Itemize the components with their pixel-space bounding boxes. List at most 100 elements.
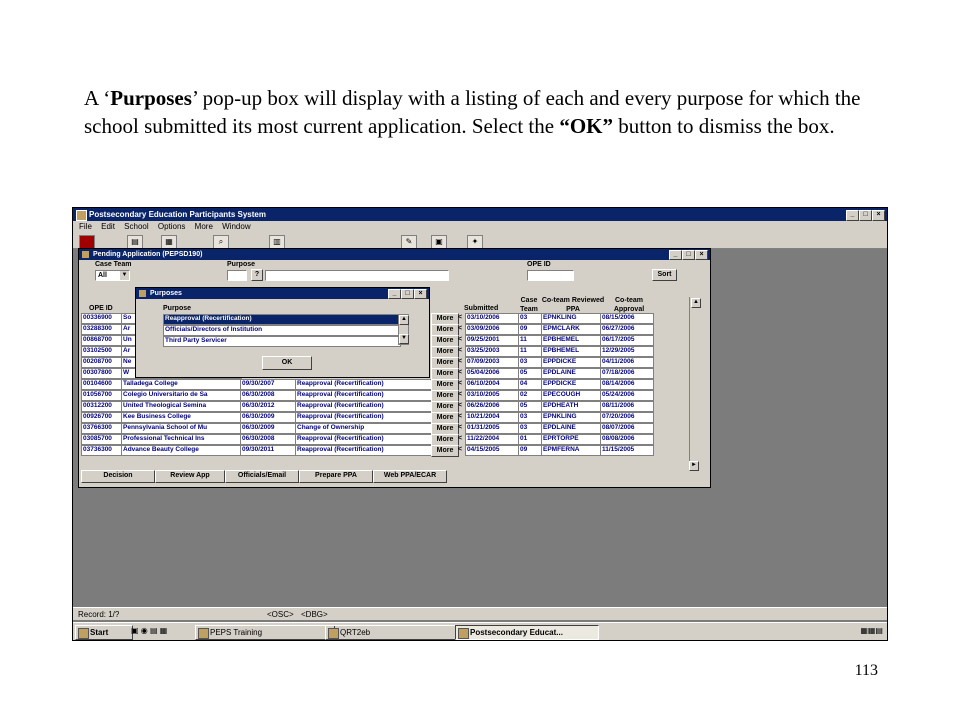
ok-button[interactable]: OK xyxy=(262,356,312,370)
scroll-right-icon[interactable]: ► xyxy=(689,461,699,471)
scroll-down-icon[interactable]: ▼ xyxy=(399,334,409,344)
reviewer-cell: EPDLAINE xyxy=(541,368,602,379)
report-icon[interactable]: ▦ xyxy=(161,235,177,249)
lookup-icon[interactable]: ? xyxy=(251,269,263,281)
maximize-icon[interactable]: □ xyxy=(859,210,872,221)
submitted-cell: 06/26/2006 xyxy=(465,401,520,412)
submitted-cell: 03/10/2005 xyxy=(465,390,520,401)
submitted-cell: 03/09/2006 xyxy=(465,324,520,335)
web-ppa-ecar-button[interactable]: Web PPA/ECAR xyxy=(373,470,447,483)
exit-icon[interactable] xyxy=(79,235,95,249)
task-postsecondary[interactable]: Postsecondary Educat... xyxy=(455,625,599,640)
ope-id-input[interactable] xyxy=(527,270,574,281)
grid-vertical-scrollbar[interactable]: ▲ xyxy=(689,297,701,461)
row-pointer-icon: < xyxy=(458,424,463,431)
case-team-cell: 03 xyxy=(518,412,543,423)
app-window: Postsecondary Education Participants Sys… xyxy=(72,207,888,641)
approval-cell: 04/11/2006 xyxy=(600,357,654,368)
case-team-cell: 03 xyxy=(518,423,543,434)
row-pointer-icon: < xyxy=(458,325,463,332)
menu-file[interactable]: File xyxy=(79,222,92,231)
task-peps-training[interactable]: PEPS Training xyxy=(195,625,335,640)
tools-icon[interactable]: ✦ xyxy=(467,235,483,249)
menu-more[interactable]: More xyxy=(195,222,213,231)
minimize-icon[interactable]: _ xyxy=(846,210,859,221)
search-icon[interactable]: ⌕ xyxy=(213,235,229,249)
menu-school[interactable]: School xyxy=(124,222,148,231)
table-row[interactable]: 00104600 Talladega College 09/30/2007 Reapp… xyxy=(79,379,687,391)
table-row[interactable]: 03085700 Professional Technical Ins 06/30/… xyxy=(79,434,687,446)
approval-cell: 12/29/2005 xyxy=(600,346,654,357)
ope-id-cell: 00868700 xyxy=(81,335,124,346)
purpose-item[interactable]: Third Party Servicer xyxy=(163,336,401,347)
minimize-icon[interactable]: _ xyxy=(388,289,401,299)
edit-icon[interactable]: ✎ xyxy=(401,235,417,249)
purpose-item[interactable]: Reapproval (Recertification) xyxy=(163,314,401,325)
menu-edit[interactable]: Edit xyxy=(101,222,115,231)
approval-cell: 06/17/2005 xyxy=(600,335,654,346)
sort-button[interactable]: Sort xyxy=(652,269,677,281)
reviewer-cell: EPECOUGH xyxy=(541,390,602,401)
menu-window[interactable]: Window xyxy=(222,222,250,231)
col-case-team: Case Team xyxy=(520,297,538,313)
quick-launch-icons[interactable]: ▣ ◉ ▤ ▦ xyxy=(131,626,167,635)
row-pointer-icon: < xyxy=(458,391,463,398)
pending-application-window: Pending Application (PEPSD190) _ □ × Cas… xyxy=(78,248,711,488)
case-team-cell: 01 xyxy=(518,434,543,445)
calculator-icon[interactable]: ▥ xyxy=(269,235,285,249)
form-icon[interactable]: ▣ xyxy=(431,235,447,249)
case-team-cell: 02 xyxy=(518,390,543,401)
dbg-indicator: <DBG> xyxy=(301,610,328,619)
purposes-scrollbar[interactable]: ▲ ▼ xyxy=(398,314,409,345)
case-team-select[interactable]: All ▼ xyxy=(95,270,130,281)
case-team-cell: 03 xyxy=(518,313,543,324)
start-button[interactable]: Start xyxy=(75,625,133,640)
ope-id-label: OPE ID xyxy=(527,261,551,268)
expiration-date-cell: 06/30/2008 xyxy=(240,434,297,445)
row-pointer-icon: < xyxy=(458,369,463,376)
table-row[interactable]: 03766300 Pennsylvania School of Mu 06/30/2… xyxy=(79,423,687,435)
case-team-cell: 03 xyxy=(518,357,543,368)
purpose-item[interactable]: Officials/Directors of Institution xyxy=(163,325,401,336)
prepare-ppa-button[interactable]: Prepare PPA xyxy=(299,470,373,483)
approval-cell: 08/11/2006 xyxy=(600,401,654,412)
case-team-cell: 09 xyxy=(518,324,543,335)
purpose-cell: Reapproval (Recertification) xyxy=(295,445,432,456)
row-pointer-icon: < xyxy=(458,413,463,420)
col-ope-id: OPE ID xyxy=(89,305,113,312)
officials-email-button[interactable]: Officials/Email xyxy=(225,470,299,483)
table-row[interactable]: 00926700 Kee Business College 06/30/2009 Re… xyxy=(79,412,687,424)
window-icon xyxy=(139,290,146,297)
window-icon xyxy=(82,251,89,258)
row-pointer-icon: < xyxy=(458,402,463,409)
minimize-icon[interactable]: _ xyxy=(669,250,682,260)
close-icon[interactable]: × xyxy=(695,250,708,260)
row-pointer-icon: < xyxy=(458,435,463,442)
school-name-cell: Advance Beauty College xyxy=(121,445,242,456)
print-icon[interactable]: ▤ xyxy=(127,235,143,249)
review-app-button[interactable]: Review App xyxy=(155,470,225,483)
reviewer-cell: EPMFERNA xyxy=(541,445,602,456)
submitted-cell: 01/31/2005 xyxy=(465,423,520,434)
table-row[interactable]: 03736300 Advance Beauty College 09/30/2011… xyxy=(79,445,687,457)
school-name-cell: Pennsylvania School of Mu xyxy=(121,423,242,434)
chevron-down-icon[interactable]: ▼ xyxy=(120,271,129,280)
slide-caption: A ‘Purposes’ pop-up box will display wit… xyxy=(84,86,861,138)
close-icon[interactable]: × xyxy=(872,210,885,221)
maximize-icon[interactable]: □ xyxy=(682,250,695,260)
menu-options[interactable]: Options xyxy=(158,222,186,231)
more-button[interactable]: More xyxy=(431,445,459,457)
purpose-code-input[interactable] xyxy=(227,270,247,281)
table-row[interactable]: 01056700 Colegio Universitario de Sa 06/30… xyxy=(79,390,687,402)
reviewer-cell: EPRTORPE xyxy=(541,434,602,445)
close-icon[interactable]: × xyxy=(414,289,427,299)
expiration-date-cell: 06/30/2009 xyxy=(240,412,297,423)
table-row[interactable]: 00312200 United Theological Semina 06/30/2… xyxy=(79,401,687,413)
scroll-up-icon[interactable]: ▲ xyxy=(399,315,409,325)
approval-cell: 07/18/2006 xyxy=(600,368,654,379)
task-qrt2eb[interactable]: QRT2eb xyxy=(325,625,465,640)
maximize-icon[interactable]: □ xyxy=(401,289,414,299)
approval-cell: 08/15/2006 xyxy=(600,313,654,324)
decision-button[interactable]: Decision xyxy=(81,470,155,483)
scroll-up-icon[interactable]: ▲ xyxy=(691,298,701,308)
